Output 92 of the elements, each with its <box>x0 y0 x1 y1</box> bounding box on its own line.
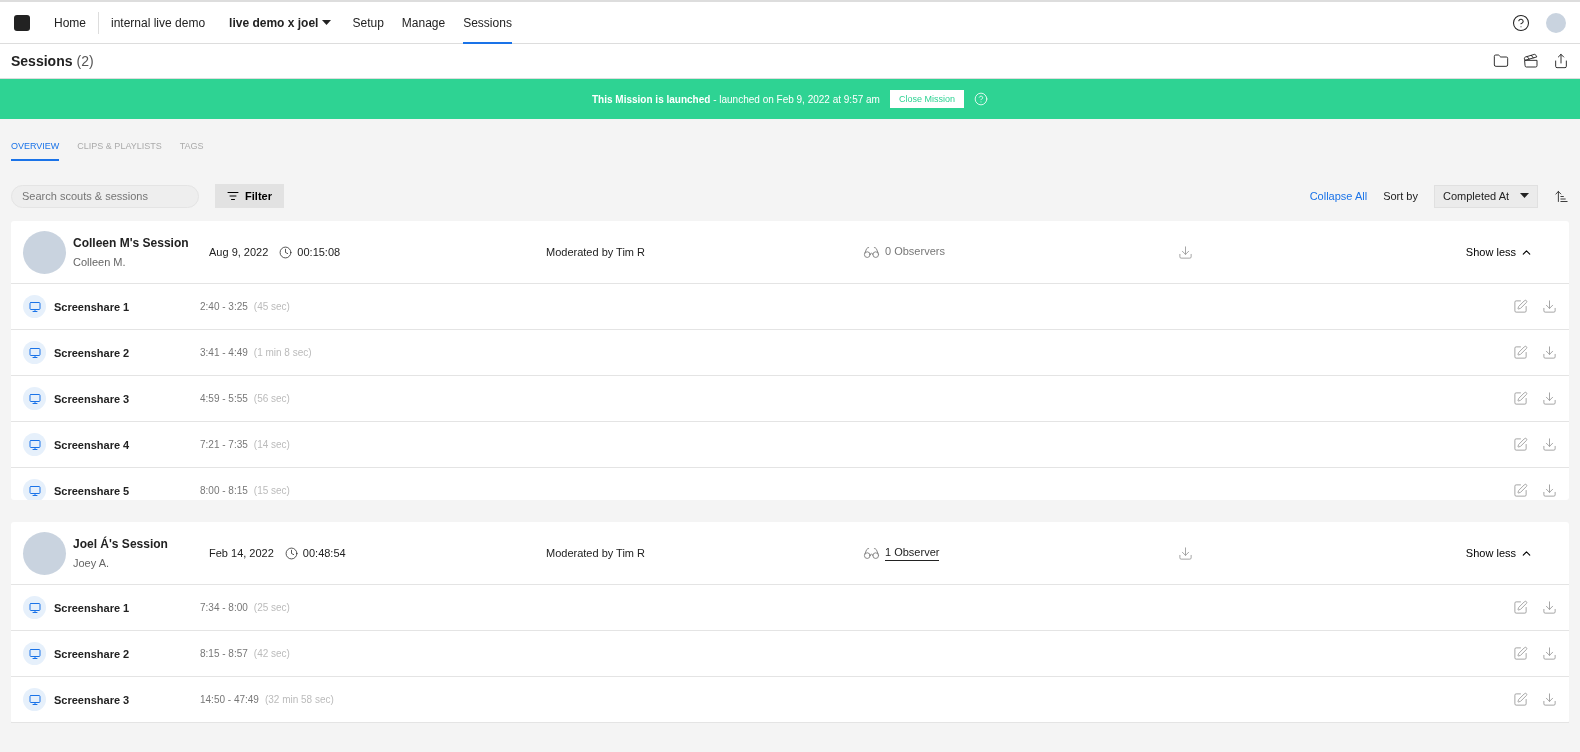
observers-text[interactable]: 1 Observer <box>885 545 940 561</box>
user-avatar[interactable] <box>1546 12 1566 33</box>
download-icon[interactable] <box>1178 244 1193 260</box>
page-title: Sessions <box>11 53 73 69</box>
edit-icon[interactable] <box>1513 692 1528 707</box>
clock-icon <box>279 245 293 259</box>
clip-length: (1 min 8 sec) <box>253 347 312 358</box>
clip-range: 14:50 - 47:49 <box>200 694 259 705</box>
help-icon[interactable] <box>1512 13 1530 32</box>
monitor-icon <box>23 295 46 318</box>
clapperboard-icon[interactable] <box>1523 53 1539 69</box>
clip-length: (42 sec) <box>253 648 290 659</box>
sort-dropdown[interactable]: Completed At <box>1434 184 1538 208</box>
clip-name[interactable]: Screenshare 2 <box>54 647 200 660</box>
mission-dropdown[interactable]: live demo x joel <box>217 15 344 30</box>
monitor-icon <box>23 596 46 619</box>
clip-length: (15 sec) <box>253 485 290 496</box>
show-less-button[interactable]: Show less <box>1459 244 1539 260</box>
share-icon[interactable] <box>1553 53 1569 69</box>
clip-range: 3:41 - 4:49 <box>200 347 248 358</box>
caret-icon <box>322 19 332 26</box>
logo-icon[interactable] <box>14 14 30 31</box>
monitor-icon <box>23 479 46 500</box>
clip-length: (25 sec) <box>253 602 290 613</box>
observers-text: 0 Observers <box>885 245 945 259</box>
download-icon[interactable] <box>1542 692 1557 707</box>
folder-icon[interactable] <box>1493 53 1509 69</box>
download-icon[interactable] <box>1542 483 1557 498</box>
nav-tab[interactable]: Setup <box>352 1 384 44</box>
edit-icon[interactable] <box>1513 345 1528 360</box>
edit-icon[interactable] <box>1513 391 1528 406</box>
clip-name[interactable]: Screenshare 5 <box>54 484 200 497</box>
monitor-icon <box>23 642 46 665</box>
caret-icon <box>1520 193 1529 199</box>
session-date: Feb 14, 2022 <box>209 547 274 559</box>
clip-range: 8:00 - 8:15 <box>200 485 248 496</box>
monitor-icon <box>23 688 46 711</box>
session-duration: 00:48:54 <box>302 547 346 559</box>
sort-order-icon[interactable] <box>1554 188 1569 204</box>
monitor-icon <box>23 387 46 410</box>
clip-name[interactable]: Screenshare 1 <box>54 300 200 313</box>
download-icon[interactable] <box>1178 545 1193 561</box>
project-link[interactable]: internal live demo <box>99 15 218 30</box>
session-duration: 00:15:08 <box>297 246 341 258</box>
search-field[interactable]: Search scouts & sessions <box>11 184 199 208</box>
moderator-text: Moderated by Tim R <box>546 547 646 559</box>
nav-tab[interactable]: Manage <box>401 1 446 44</box>
clip-name[interactable]: Screenshare 1 <box>54 601 200 614</box>
clip-name[interactable]: Screenshare 4 <box>54 438 200 451</box>
clock-icon <box>284 546 298 560</box>
clip-range: 8:15 - 8:57 <box>200 648 248 659</box>
clip-range: 7:34 - 8:00 <box>200 602 248 613</box>
session-count: (2) <box>76 53 94 69</box>
clip-name[interactable]: Screenshare 3 <box>54 693 200 706</box>
participant-avatar <box>23 230 66 274</box>
clip-name[interactable]: Screenshare 2 <box>54 346 200 359</box>
clip-length: (32 min 58 sec) <box>264 694 334 705</box>
session-title[interactable]: Colleen M's Session <box>73 236 189 250</box>
participant-name: Joey A. <box>73 557 111 569</box>
participant-name: Colleen M. <box>73 256 127 268</box>
session-title[interactable]: Joel Á's Session <box>73 537 168 551</box>
monitor-icon <box>23 433 46 456</box>
download-icon[interactable] <box>1542 437 1557 452</box>
download-icon[interactable] <box>1542 345 1557 360</box>
download-icon[interactable] <box>1542 600 1557 615</box>
download-icon[interactable] <box>1542 299 1557 314</box>
filter-button[interactable]: Filter <box>215 184 284 208</box>
edit-icon[interactable] <box>1513 600 1528 615</box>
clip-range: 7:21 - 7:35 <box>200 439 248 450</box>
sort-label: Sort by <box>1383 190 1418 202</box>
filter-icon <box>227 190 240 202</box>
edit-icon[interactable] <box>1513 299 1528 314</box>
clip-range: 2:40 - 3:25 <box>200 301 248 312</box>
edit-icon[interactable] <box>1513 483 1528 498</box>
moderator-text: Moderated by Tim R <box>546 246 646 258</box>
edit-icon[interactable] <box>1513 646 1528 661</box>
download-icon[interactable] <box>1542 391 1557 406</box>
clip-name[interactable]: Screenshare 3 <box>54 392 200 405</box>
clip-length: (14 sec) <box>253 439 290 450</box>
collapse-all-link[interactable]: Collapse All <box>1309 190 1368 202</box>
banner-text: This Mission is launched - launched on Feb 9, 2022 at 9:57 am <box>592 93 880 105</box>
monitor-icon <box>23 341 46 364</box>
show-less-button[interactable]: Show less <box>1459 545 1539 561</box>
clip-length: (56 sec) <box>253 393 290 404</box>
tab[interactable]: OVERVIEW <box>11 141 60 161</box>
session-date: Aug 9, 2022 <box>209 246 269 258</box>
home-link[interactable]: Home <box>42 15 98 30</box>
participant-avatar <box>23 531 66 575</box>
edit-icon[interactable] <box>1513 437 1528 452</box>
download-icon[interactable] <box>1542 646 1557 661</box>
clip-range: 4:59 - 5:55 <box>200 393 248 404</box>
clip-length: (45 sec) <box>253 301 290 312</box>
